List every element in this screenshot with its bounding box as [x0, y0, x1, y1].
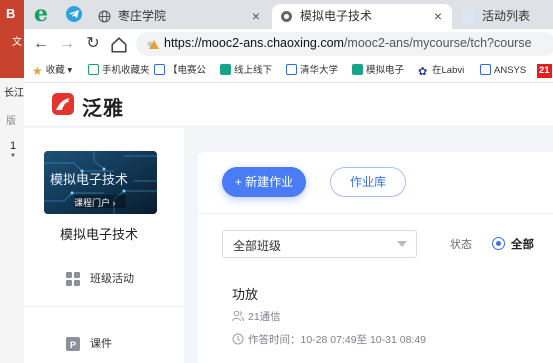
bookmark-analog[interactable]: 模拟电子 [352, 63, 404, 79]
bookmark-favorites[interactable]: ★ 收藏 ▾ [32, 63, 72, 79]
address-bar[interactable]: https://mooc2-ans.chaoxing.com/mooc2-ans… [136, 32, 553, 56]
course-sidebar: 模拟电子技术 课程门户 › 模拟电子技术 班级活动 P 课件 [24, 128, 184, 363]
class-select-value: 全部班级 [233, 239, 282, 253]
tab-close-button[interactable]: × [252, 4, 260, 29]
app-header: 泛雅 [24, 83, 553, 127]
bookmark-contest[interactable]: 【电赛公 [154, 63, 206, 79]
bookmark-21[interactable]: 21 [537, 64, 552, 78]
sidebar-item-label: 课件 [90, 338, 112, 350]
background-label: 长江 [4, 88, 24, 99]
bookmarks-bar: ★ 收藏 ▾ 手机收藏夹 【电赛公 线上线下 清华大学 模拟电子 ✿ 在Labvi … [24, 59, 553, 83]
telegram-icon[interactable] [66, 6, 82, 22]
background-label: * [11, 152, 15, 163]
tab-label: 活动列表 [482, 9, 531, 23]
page-icon [462, 10, 475, 23]
bookmark-labview[interactable]: ✿ 在Labvi [418, 63, 464, 79]
home-icon[interactable] [110, 36, 128, 54]
assignment-class: 21通信 [232, 310, 281, 324]
background-label: B [6, 6, 16, 21]
tab-label: 枣庄学院 [118, 9, 167, 23]
bookmark-online[interactable]: 线上线下 [220, 63, 272, 79]
cover-title: 模拟电子技术 [50, 173, 129, 188]
paw-icon: ✿ [418, 66, 428, 78]
assignment-library-button[interactable]: 作业库 [330, 167, 406, 197]
phone-icon [88, 64, 99, 75]
svg-text:P: P [70, 340, 76, 350]
back-arrow-icon[interactable]: ← [32, 35, 50, 53]
folder-icon [154, 64, 165, 75]
tab-zaozhuang[interactable]: 枣庄学院 × [90, 4, 270, 29]
globe-icon [281, 11, 292, 22]
site-icon [220, 64, 231, 75]
tab-activity-list[interactable]: 活动列表 [454, 4, 553, 29]
background-label: 1 [10, 140, 17, 152]
panel-divider [198, 213, 553, 214]
sidebar-item-label: 班级活动 [90, 273, 134, 285]
forward-arrow-icon[interactable]: → [58, 35, 76, 53]
chevron-down-icon [397, 241, 407, 247]
tab-analog-electronics[interactable]: 模拟电子技术 × [272, 4, 452, 29]
status-label: 状态 [450, 239, 472, 251]
course-cover[interactable]: 模拟电子技术 课程门户 › [44, 151, 157, 214]
grid-icon [66, 272, 80, 286]
course-portal-link[interactable]: 课程门户 › [74, 196, 116, 209]
class-select[interactable]: 全部班级 [222, 230, 417, 258]
edge-browser-icon[interactable]: e [30, 3, 52, 26]
bookmark-mobile[interactable]: 手机收藏夹 [88, 63, 150, 79]
bookmark-ansys[interactable]: ANSYS [480, 63, 526, 79]
new-assignment-button[interactable]: + 新建作业 [222, 167, 306, 197]
assignment-title[interactable]: 功放 [232, 284, 258, 303]
background-label: 版 [6, 116, 16, 127]
status-option-label[interactable]: 全部 [511, 236, 534, 252]
sidebar-divider [24, 306, 184, 307]
url-text: https://mooc2-ans.chaoxing.com/mooc2-ans… [164, 36, 532, 50]
assignment-time: 作答时间：10-28 07:49至 10-31 08:49 [232, 333, 426, 347]
assignment-panel: + 新建作业 作业库 全部班级 状态 全部 功放 21通信 作答时间：10-28… [198, 152, 553, 363]
background-label: 文 [12, 37, 22, 48]
users-icon [232, 310, 244, 322]
folder-icon [480, 64, 491, 75]
course-name: 模拟电子技术 [60, 227, 139, 242]
browser-toolbar: ← → ↻ https://mooc2-ans.chaoxing.com/moo… [24, 29, 553, 59]
warning-lock-icon[interactable] [146, 37, 160, 51]
globe-icon [98, 10, 111, 23]
tab-close-button[interactable]: × [434, 4, 442, 29]
ppt-icon: P [66, 337, 80, 351]
folder-icon [286, 64, 297, 75]
status-radio-all[interactable] [492, 237, 505, 250]
reload-icon[interactable]: ↻ [84, 35, 102, 53]
site-icon [352, 64, 363, 75]
background-window: B 文 长江 版 1 * [0, 0, 24, 363]
tab-label: 模拟电子技术 [300, 9, 373, 23]
star-icon: ★ [32, 64, 43, 78]
brand-name: 泛雅 [82, 98, 124, 120]
clock-icon [232, 333, 244, 345]
bookmark-tsinghua[interactable]: 清华大学 [286, 63, 338, 79]
fanya-logo-icon [52, 93, 74, 115]
